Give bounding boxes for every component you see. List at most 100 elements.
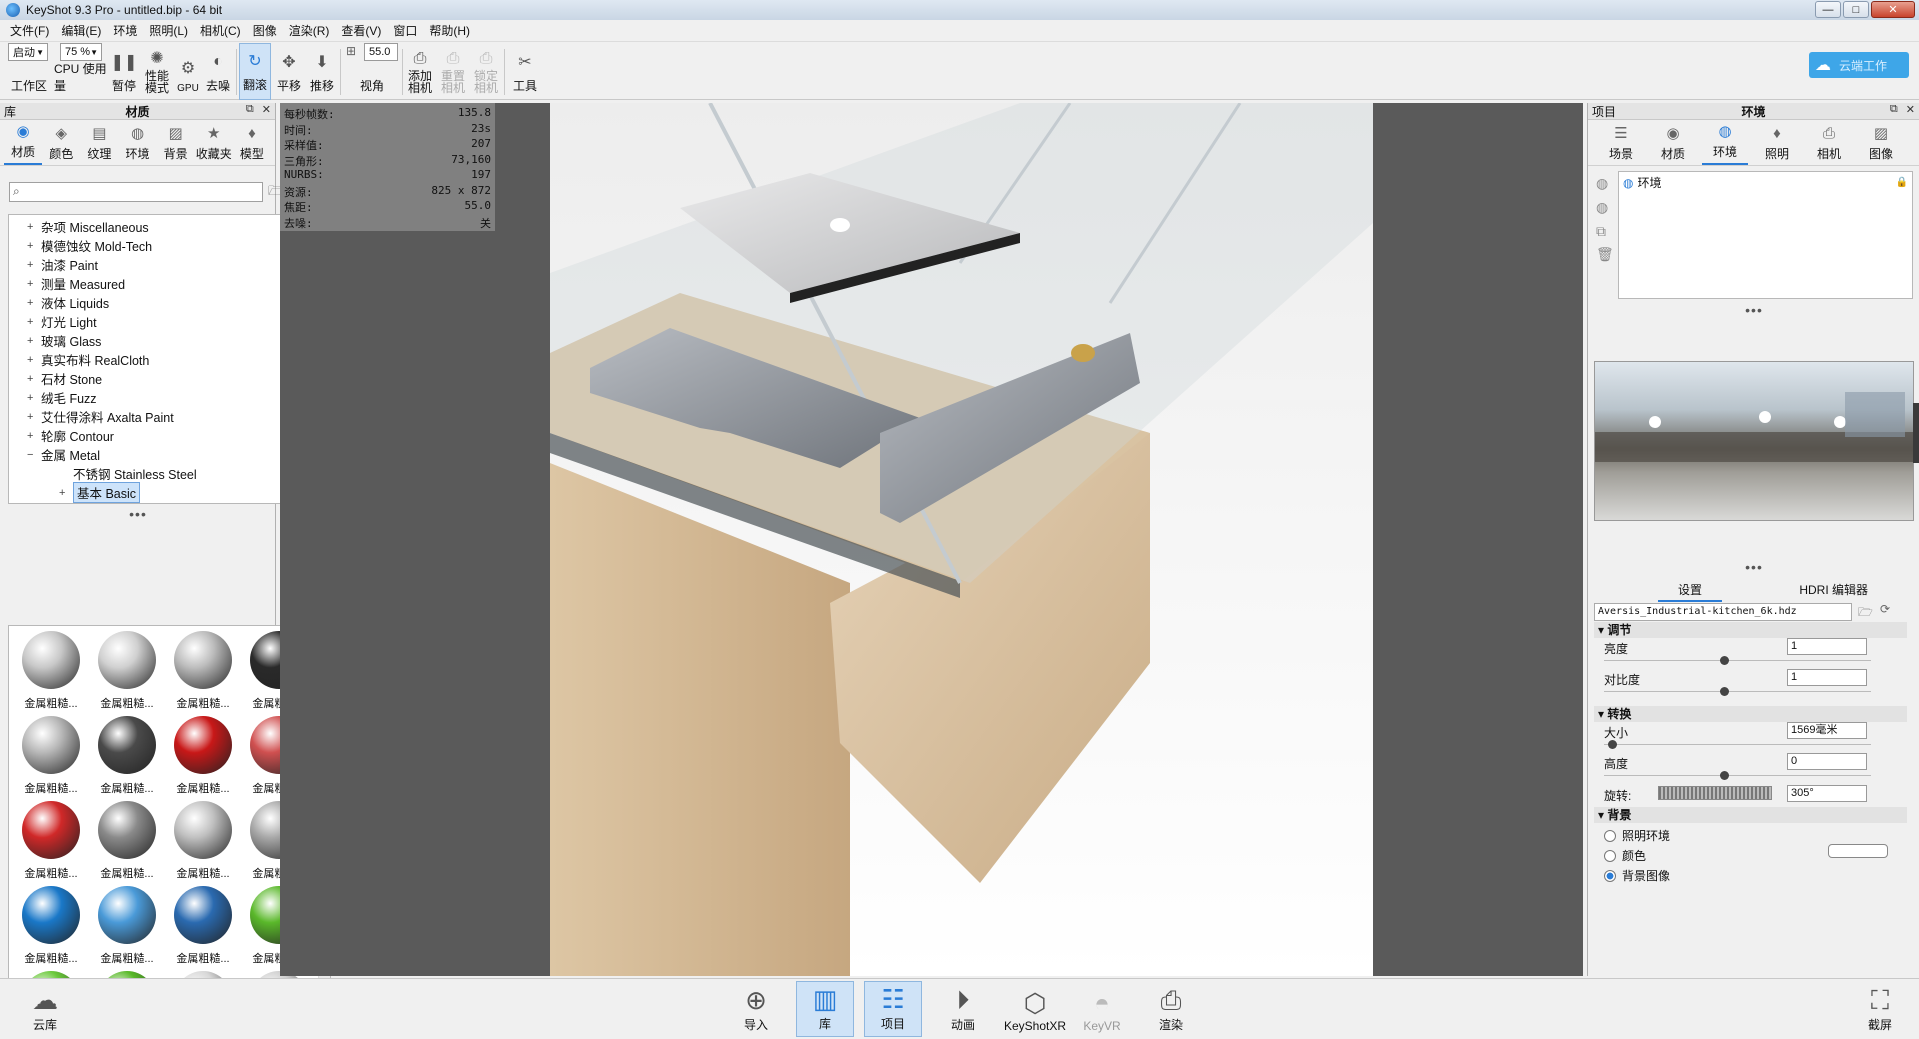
folder-icon[interactable]: 🗁 bbox=[1858, 603, 1873, 624]
menu-item[interactable]: 文件(F) bbox=[4, 22, 55, 39]
radio-button[interactable] bbox=[1604, 869, 1616, 882]
menu-item[interactable]: 相机(C) bbox=[194, 22, 247, 39]
tools-button[interactable]: ✂ 工具 bbox=[508, 43, 542, 100]
expand-toggle[interactable]: + bbox=[59, 487, 73, 499]
material-thumbnail[interactable]: 金属粗糙... bbox=[89, 883, 165, 968]
height-slider[interactable] bbox=[1604, 775, 1871, 776]
size-input[interactable]: 1569毫米 bbox=[1787, 722, 1867, 739]
material-thumbnail[interactable]: 金属粗糙... bbox=[13, 713, 89, 798]
tab-project-2[interactable]: ◍ 环境 bbox=[1702, 121, 1748, 165]
radio-button[interactable] bbox=[1604, 829, 1616, 842]
expand-toggle[interactable]: + bbox=[27, 335, 41, 347]
field-of-view-button[interactable]: 视角 bbox=[345, 43, 399, 100]
denoise-button[interactable]: ◐ 去噪 bbox=[204, 43, 232, 100]
background-option[interactable]: 背景图像 bbox=[1604, 867, 1670, 884]
hdri-preview[interactable] bbox=[1594, 361, 1914, 521]
background-option[interactable]: 颜色 bbox=[1604, 847, 1646, 864]
animation-button[interactable]: ⏵ 动画 bbox=[934, 981, 992, 1037]
radio-button[interactable] bbox=[1604, 849, 1616, 862]
expand-toggle[interactable]: − bbox=[27, 449, 41, 461]
refresh-icon[interactable]: ⟳ bbox=[1880, 602, 1890, 616]
material-thumbnail[interactable]: 金属粗糙... bbox=[165, 883, 241, 968]
material-thumbnail[interactable]: 金属粗糙... bbox=[165, 628, 241, 713]
keyvr-button[interactable]: ◓ KeyVR bbox=[1073, 981, 1131, 1037]
contrast-input[interactable]: 1 bbox=[1787, 669, 1867, 686]
delete-icon[interactable]: 🗑 bbox=[1596, 246, 1614, 263]
close-button[interactable]: ✕ bbox=[1871, 1, 1915, 18]
gpu-button[interactable]: ⚙ GPU bbox=[176, 43, 200, 100]
expand-toggle[interactable]: + bbox=[27, 278, 41, 290]
menu-item[interactable]: 照明(L) bbox=[143, 22, 194, 39]
add-environment-icon[interactable]: ◍ bbox=[1596, 175, 1608, 192]
expand-toggle[interactable]: + bbox=[27, 373, 41, 385]
duplicate-environment-icon[interactable]: ◍ bbox=[1596, 199, 1608, 216]
library-toggle-button[interactable]: ▥ 库 bbox=[796, 981, 854, 1037]
tab-project-1[interactable]: ◉ 材质 bbox=[1650, 121, 1696, 165]
menu-item[interactable]: 图像 bbox=[247, 22, 283, 39]
splitter-handle[interactable]: ••• bbox=[0, 507, 276, 521]
expand-toggle[interactable]: + bbox=[27, 392, 41, 404]
close-panel-icon[interactable]: ✕ bbox=[262, 103, 271, 116]
expand-toggle[interactable]: + bbox=[27, 221, 41, 233]
expand-toggle[interactable]: + bbox=[27, 411, 41, 423]
brightness-slider-knob[interactable] bbox=[1720, 656, 1730, 665]
import-button[interactable]: ⊕ 导入 bbox=[727, 981, 785, 1037]
lock-camera-button[interactable]: ⎙ 锁定 相机 bbox=[471, 43, 501, 100]
minimize-button[interactable]: — bbox=[1815, 1, 1841, 18]
material-thumbnail[interactable]: 金属粗糙... bbox=[89, 628, 165, 713]
tab-hdri-editor[interactable]: HDRI 编辑器 bbox=[1779, 581, 1888, 602]
material-thumbnail[interactable]: 金属粗糙... bbox=[13, 628, 89, 713]
splitter-handle[interactable]: ••• bbox=[1588, 303, 1919, 317]
pan-button[interactable]: ✥ 平移 bbox=[274, 43, 304, 100]
workspace-button[interactable]: 工作区 bbox=[8, 43, 50, 100]
material-thumbnail[interactable]: 金属粗糙... bbox=[89, 713, 165, 798]
material-thumbnail[interactable]: 金属粗糙... bbox=[13, 883, 89, 968]
tab-project-4[interactable]: ⎙ 相机 bbox=[1806, 121, 1852, 165]
menu-item[interactable]: 查看(V) bbox=[335, 22, 387, 39]
screenshot-button[interactable]: ⛶ 截屏 bbox=[1851, 981, 1909, 1037]
section-background[interactable]: ▾ 背景 bbox=[1594, 807, 1907, 823]
hdri-scrollbar[interactable] bbox=[1913, 403, 1919, 463]
expand-toggle[interactable]: + bbox=[27, 240, 41, 252]
tab-library-4[interactable]: ▨ 背景 bbox=[157, 121, 195, 165]
contrast-slider[interactable] bbox=[1604, 691, 1871, 692]
height-slider-knob[interactable] bbox=[1720, 771, 1730, 780]
tab-settings[interactable]: 设置 bbox=[1658, 581, 1723, 602]
size-slider-knob[interactable] bbox=[1608, 740, 1617, 749]
material-thumbnail[interactable]: 金属粗糙... bbox=[13, 798, 89, 883]
performance-mode-button[interactable]: ✺ 性能 模式 bbox=[140, 43, 174, 100]
size-slider[interactable] bbox=[1604, 744, 1871, 745]
library-search-input[interactable]: ⌕ bbox=[9, 182, 263, 202]
background-option[interactable]: 照明环境 bbox=[1604, 827, 1670, 844]
tab-library-6[interactable]: ♦ 模型 bbox=[233, 121, 271, 165]
expand-toggle[interactable]: + bbox=[27, 316, 41, 328]
brightness-input[interactable]: 1 bbox=[1787, 638, 1867, 655]
expand-toggle[interactable]: + bbox=[27, 259, 41, 271]
tab-library-5[interactable]: ★ 收藏夹 bbox=[195, 121, 233, 165]
expand-toggle[interactable]: + bbox=[27, 354, 41, 366]
tab-library-0[interactable]: ◉ 材质 bbox=[4, 121, 43, 165]
render-button[interactable]: ⎙ 渲染 bbox=[1142, 981, 1200, 1037]
height-input[interactable]: 0 bbox=[1787, 753, 1867, 770]
lock-icon[interactable]: 🔒 bbox=[1896, 177, 1908, 188]
add-camera-button[interactable]: ⎙ 添加 相机 bbox=[405, 43, 435, 100]
tab-library-3[interactable]: ◍ 环境 bbox=[118, 121, 156, 165]
tab-library-2[interactable]: ▤ 纹理 bbox=[80, 121, 118, 165]
tab-project-0[interactable]: ☰ 场景 bbox=[1598, 121, 1644, 165]
section-transform[interactable]: ▾ 转换 bbox=[1594, 706, 1907, 722]
rotation-dial[interactable] bbox=[1658, 786, 1772, 800]
splitter-handle[interactable]: ••• bbox=[1588, 560, 1919, 574]
background-color-swatch[interactable] bbox=[1828, 844, 1888, 858]
environment-list-item[interactable]: ◍ 环境 🔒 bbox=[1619, 172, 1912, 193]
hdri-file-field[interactable]: Aversis_Industrial-kitchen_6k.hdz bbox=[1594, 603, 1852, 621]
undock-icon[interactable]: ⧉ bbox=[1890, 103, 1898, 116]
expand-toggle[interactable]: + bbox=[27, 297, 41, 309]
cloud-work-button[interactable]: ☁ 云端工作 bbox=[1809, 52, 1909, 78]
expand-toggle[interactable]: + bbox=[27, 430, 41, 442]
undock-icon[interactable]: ⧉ bbox=[246, 103, 254, 116]
tab-project-3[interactable]: ♦ 照明 bbox=[1754, 121, 1800, 165]
pause-button[interactable]: ❚❚ 暂停 bbox=[111, 43, 138, 100]
copy-environment-icon[interactable]: ⧉ bbox=[1596, 223, 1606, 240]
close-panel-icon[interactable]: ✕ bbox=[1906, 103, 1915, 116]
menu-item[interactable]: 帮助(H) bbox=[423, 22, 476, 39]
